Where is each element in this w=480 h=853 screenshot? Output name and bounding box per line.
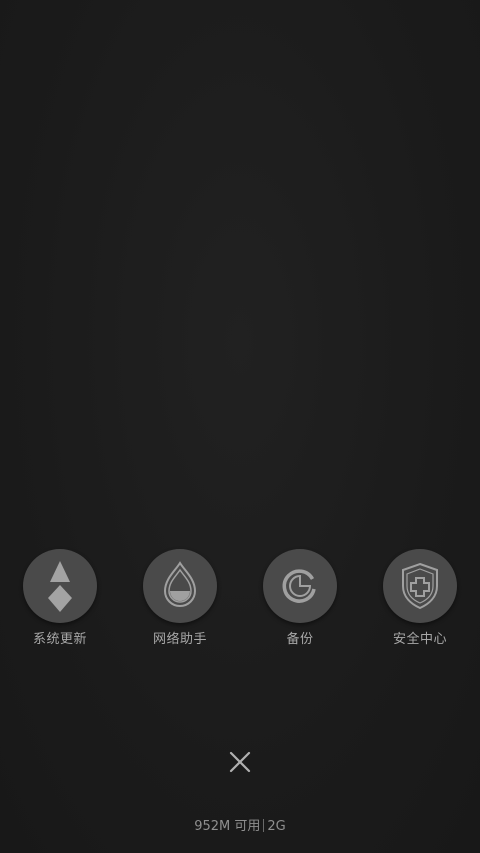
app-label: 安全中心	[392, 632, 447, 647]
divider	[263, 819, 265, 832]
quick-tools-row: 系统更新 网络助手 备份 安全中心	[0, 549, 480, 659]
security-center-icon[interactable]	[383, 549, 457, 623]
app-security-center[interactable]: 安全中心	[360, 549, 480, 648]
app-backup[interactable]: 备份	[240, 549, 360, 648]
system-update-icon[interactable]	[23, 549, 97, 623]
network-assistant-icon[interactable]	[143, 549, 217, 623]
app-label: 网络助手	[152, 632, 207, 647]
close-button[interactable]	[226, 748, 254, 776]
memory-available: 952M 可用	[194, 819, 261, 834]
backup-icon[interactable]	[263, 549, 337, 623]
app-network-assistant[interactable]: 网络助手	[120, 549, 240, 648]
app-label: 备份	[286, 632, 314, 647]
close-icon[interactable]	[228, 750, 252, 774]
memory-total: 2G	[267, 819, 286, 834]
app-system-update[interactable]: 系统更新	[0, 549, 120, 648]
app-label: 系统更新	[32, 632, 87, 647]
memory-status: 952M 可用 2G	[0, 818, 480, 836]
